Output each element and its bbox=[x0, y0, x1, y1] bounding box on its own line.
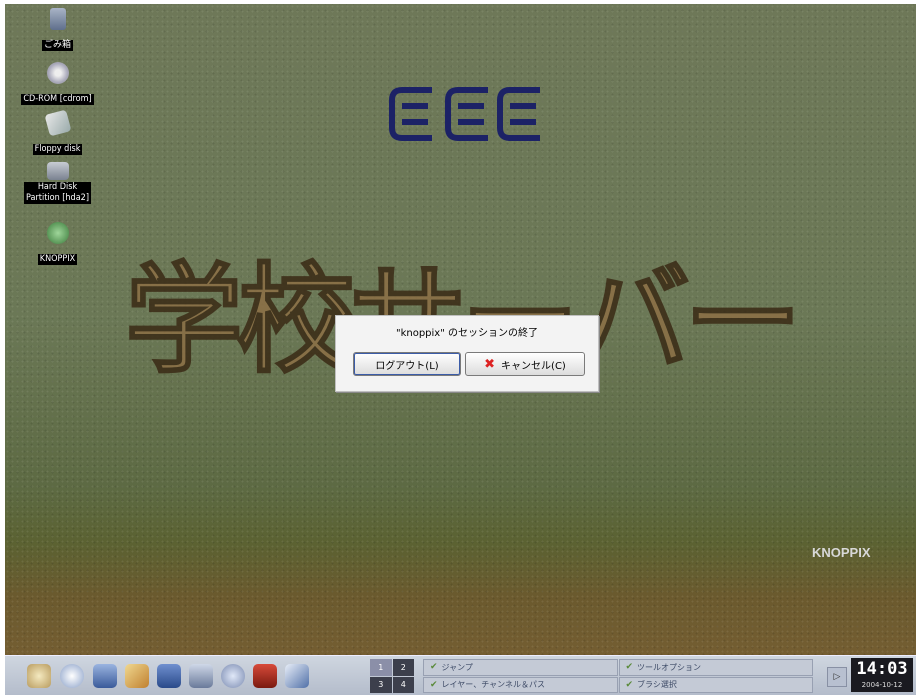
desktop-pager: 1 2 3 4 bbox=[370, 659, 414, 693]
check-icon: ✔ bbox=[430, 662, 438, 673]
task-item[interactable]: ✔ ツールオプション bbox=[618, 659, 813, 676]
task-item[interactable]: ✔ ジャンプ bbox=[423, 659, 618, 676]
search-icon[interactable] bbox=[221, 664, 245, 688]
desktop-icon-knoppix[interactable]: KNOPPIX bbox=[5, 222, 110, 265]
pager-desktop-4[interactable]: 4 bbox=[392, 676, 414, 693]
mail-icon[interactable] bbox=[157, 664, 181, 688]
dialog-message: "knoppix" のセッションの終了 bbox=[395, 328, 539, 339]
konqueror-icon[interactable] bbox=[125, 664, 149, 688]
desktop-icon-floppy[interactable]: Floppy disk bbox=[5, 109, 110, 155]
logout-label: ログアウト(L) bbox=[375, 360, 439, 372]
paint-icon[interactable] bbox=[253, 664, 277, 688]
desktop-icon-trash[interactable]: ごみ箱 bbox=[5, 8, 110, 51]
pager-desktop-1[interactable]: 1 bbox=[370, 659, 392, 676]
knoppix-icon bbox=[46, 222, 69, 244]
cancel-button[interactable]: ✖ キャンセル(C) bbox=[465, 352, 585, 376]
clock-time: 14:03 bbox=[856, 659, 908, 679]
harddisk-icon bbox=[46, 162, 69, 180]
cancel-label: キャンセル(C) bbox=[501, 360, 566, 372]
desktop-icon-cdrom[interactable]: CD-ROM [cdrom] bbox=[5, 62, 110, 105]
tray-expand-button[interactable]: ▷ bbox=[827, 667, 847, 687]
end-session-dialog: "knoppix" のセッションの終了 ログアウト(L) ✖ キャンセル(C) bbox=[335, 315, 599, 392]
home-icon[interactable] bbox=[60, 664, 84, 688]
knoppix-watermark: KNOPPIX bbox=[812, 545, 871, 560]
check-icon: ✔ bbox=[625, 679, 634, 690]
trash-icon bbox=[49, 8, 66, 30]
task-item[interactable]: ✔ ブラシ選択 bbox=[618, 676, 813, 693]
check-icon: ✔ bbox=[625, 662, 634, 673]
clock-date: 2004-10-12 bbox=[861, 681, 903, 689]
close-icon: ✖ bbox=[484, 356, 496, 372]
floppy-icon bbox=[44, 109, 71, 137]
logout-button[interactable]: ログアウト(L) bbox=[353, 352, 461, 376]
task-item[interactable]: ✔ レイヤー、チャンネル＆パス bbox=[423, 676, 618, 693]
pen-icon[interactable] bbox=[285, 664, 309, 688]
clock[interactable]: 14:03 2004-10-12 bbox=[851, 658, 913, 692]
editor-icon[interactable] bbox=[189, 664, 213, 688]
eee-logo bbox=[389, 87, 540, 141]
terminal-icon[interactable] bbox=[93, 664, 117, 688]
pager-desktop-2[interactable]: 2 bbox=[392, 659, 414, 676]
kde-menu-icon[interactable] bbox=[27, 664, 51, 688]
taskbar-tasks: ✔ ジャンプ ✔ ツールオプション ✔ レイヤー、チャンネル＆パス ✔ ブラシ選択 bbox=[423, 659, 813, 693]
desktop-icon-harddisk[interactable]: Hard Disk Partition [hda2] bbox=[5, 162, 110, 204]
pager-desktop-3[interactable]: 3 bbox=[370, 676, 392, 693]
check-icon: ✔ bbox=[430, 679, 438, 690]
cdrom-icon bbox=[46, 62, 69, 84]
kde-panel: 1 2 3 4 ✔ ジャンプ ✔ ツールオプション ✔ レイヤー、チャンネル＆パス ✔… bbox=[5, 655, 916, 695]
